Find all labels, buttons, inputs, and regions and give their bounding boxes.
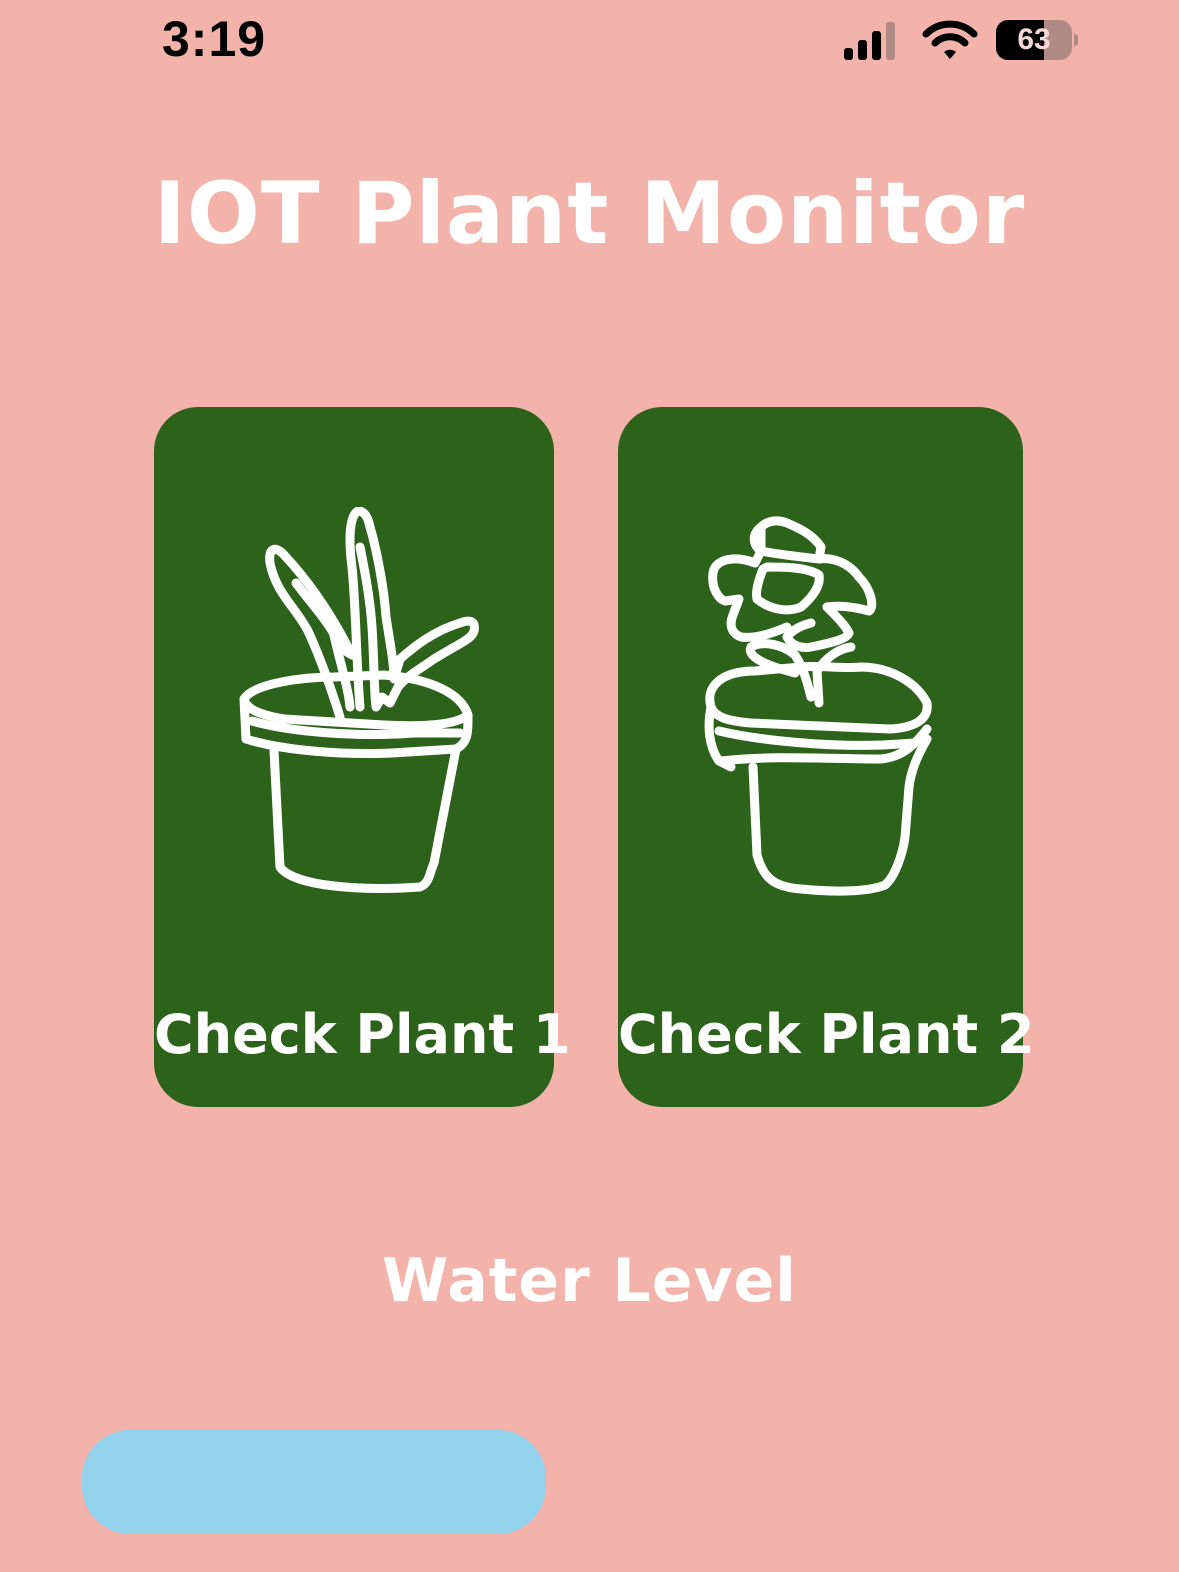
check-plant-1-label: Check Plant 1 — [154, 1003, 571, 1066]
battery-icon: 63 — [996, 20, 1078, 62]
potted-flower-icon — [704, 516, 932, 896]
signal-bar — [844, 48, 853, 60]
status-icons: 63 — [840, 18, 1080, 64]
check-plant-2-label: Check Plant 2 — [618, 1003, 1035, 1066]
page-title: IOT Plant Monitor — [153, 164, 1026, 264]
water-level-bar — [82, 1430, 546, 1534]
water-level-fill — [82, 1430, 546, 1534]
wifi-icon — [922, 20, 978, 59]
signal-bar — [886, 22, 895, 60]
battery-percent: 63 — [1017, 23, 1051, 56]
check-plant-2-button[interactable]: Check Plant 2 — [618, 407, 1035, 1107]
water-level-title: Water Level — [382, 1246, 797, 1316]
signal-bar — [872, 31, 881, 60]
signal-icon — [844, 22, 895, 60]
potted-plant-icon — [239, 507, 479, 893]
check-plant-1-button[interactable]: Check Plant 1 — [154, 407, 571, 1107]
signal-bar — [858, 40, 867, 60]
status-time: 3:19 — [162, 11, 267, 67]
